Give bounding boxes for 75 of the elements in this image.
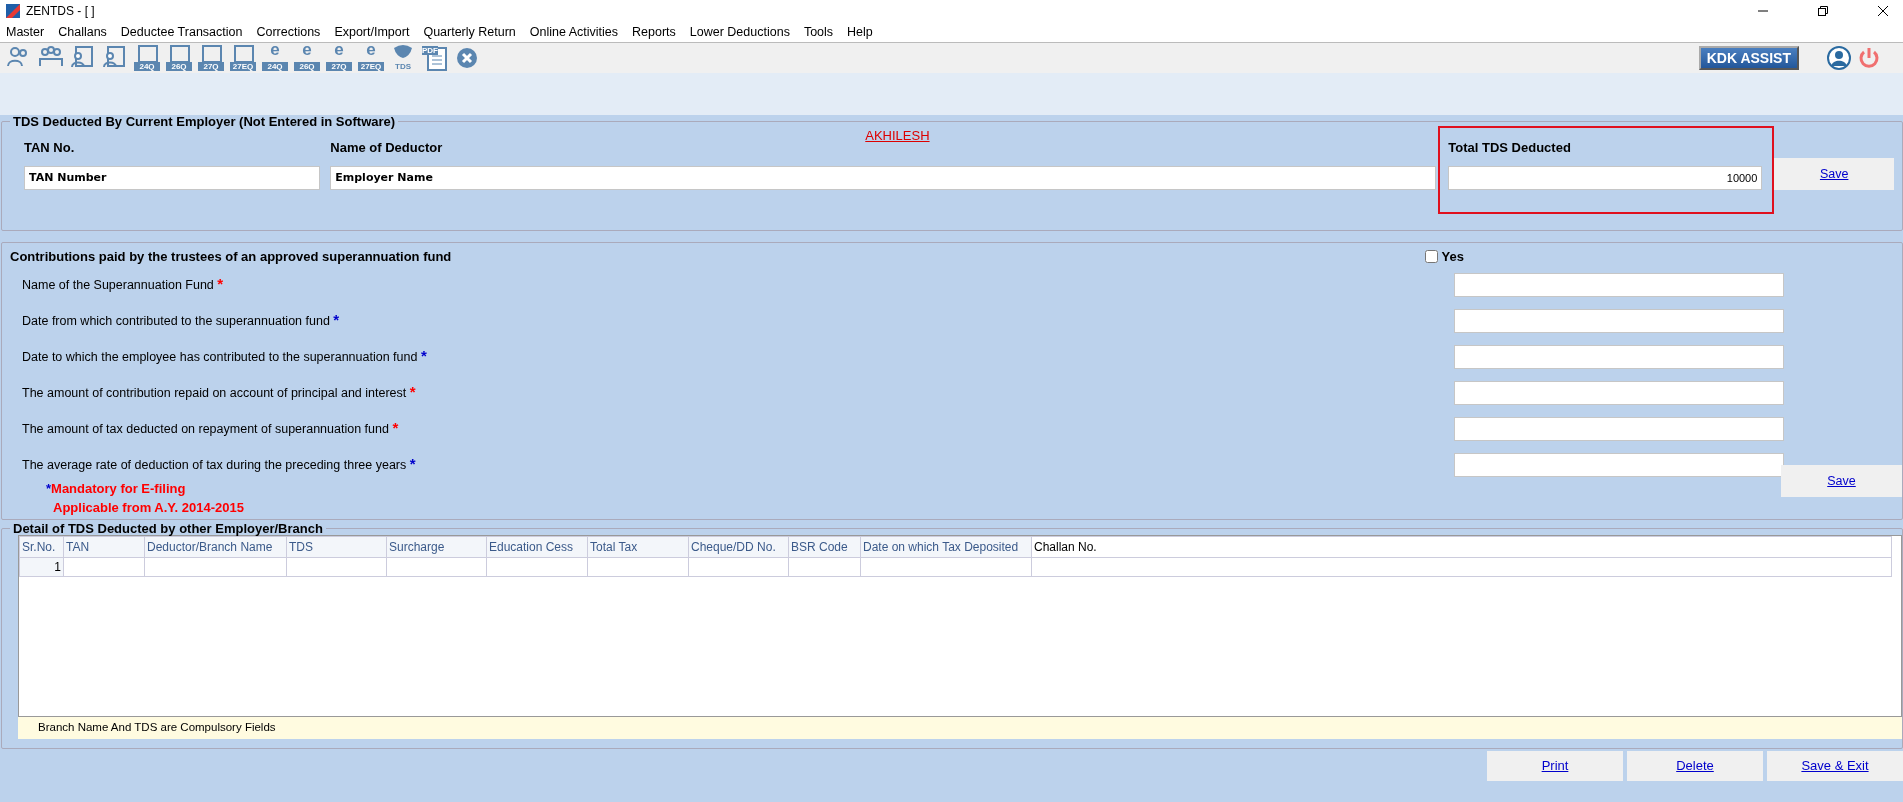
input-field[interactable]: [1454, 452, 1784, 477]
menu-item[interactable]: Challans: [58, 22, 107, 42]
column-header: TDS: [286, 536, 387, 558]
form-button[interactable]: 24Q: [134, 44, 160, 72]
menu-item[interactable]: Tools: [803, 22, 834, 42]
field-label: Name of the Superannuation Fund *: [22, 274, 224, 295]
close-icon[interactable]: [1877, 5, 1889, 17]
field-label: Date to which the employee has contributed to the superannuation fund *: [22, 346, 427, 367]
input-field[interactable]: [1454, 308, 1784, 333]
column-header: BSR Code: [788, 536, 861, 558]
form-button[interactable]: 27Q: [198, 44, 224, 72]
field-label: Name of Deductor: [330, 139, 444, 157]
input-field[interactable]: 10000: [1448, 165, 1763, 190]
e-file-button[interactable]: e 27Q: [326, 44, 352, 72]
field-label: Total TDS Deducted: [1448, 139, 1572, 157]
save-button[interactable]: Save: [1781, 465, 1902, 497]
field-label: TAN No.: [24, 139, 76, 157]
input-field[interactable]: Employer Name: [330, 165, 1437, 190]
section-title: TDS Deducted By Current Employer (Not Entered in Software): [12, 115, 397, 128]
power-icon[interactable]: [1857, 46, 1881, 70]
column-header: Sr.No.: [19, 536, 64, 558]
input-field[interactable]: [1454, 272, 1784, 297]
menu-item[interactable]: Master: [6, 22, 45, 42]
menu-item[interactable]: Corrections: [256, 22, 321, 42]
form-button[interactable]: 27EQ: [230, 44, 256, 72]
required-mark: *: [409, 455, 416, 473]
assist-button[interactable]: KDK ASSIST: [1698, 46, 1799, 70]
field-label: The amount of contribution repaid on account of principal and interest *: [22, 382, 416, 403]
required-mark: *: [409, 383, 416, 401]
column-header: Education Cess: [486, 536, 588, 558]
required-mark: *: [420, 347, 427, 365]
footer-note: Branch Name And TDS are Compulsory Fields: [18, 717, 1902, 739]
field-label: The average rate of deduction of tax during the preceding three years *: [22, 454, 416, 475]
menu-item[interactable]: Online Activities: [529, 22, 619, 42]
section-title: Detail of TDS Deducted by other Employer/Branch: [12, 522, 324, 535]
required-mark: *: [333, 311, 340, 329]
user-icon[interactable]: [1827, 46, 1851, 70]
checkbox-label: Yes: [1441, 248, 1464, 266]
section-title: Contributions paid by the trustees of an approved superannuation fund: [10, 248, 452, 266]
window-title: ZENTDS - [ ]: [26, 3, 95, 20]
e-file-button[interactable]: e 24Q: [262, 44, 288, 72]
input-field[interactable]: [1454, 380, 1784, 405]
e-file-button[interactable]: e 26Q: [294, 44, 320, 72]
column-header: TAN: [63, 536, 145, 558]
footer-button[interactable]: Save & Exit: [1767, 751, 1903, 781]
field-label: Date from which contributed to the superannuation fund *: [22, 310, 340, 331]
menu-item[interactable]: Reports: [632, 22, 676, 42]
column-header: Cheque/DD No.: [688, 536, 789, 558]
footer-button[interactable]: Print: [1487, 751, 1623, 781]
column-header: Surcharge: [386, 536, 487, 558]
applicable-note: Applicable from A.Y. 2014-2015: [52, 499, 244, 517]
required-mark: *: [392, 419, 399, 437]
input-field[interactable]: [1454, 416, 1784, 441]
column-header: Total Tax: [587, 536, 689, 558]
yes-checkbox[interactable]: [1424, 250, 1438, 264]
e-file-button[interactable]: e 27EQ: [358, 44, 384, 72]
input-field[interactable]: [1454, 344, 1784, 369]
restore-icon[interactable]: [1817, 5, 1829, 17]
app-logo-icon: [6, 4, 20, 18]
column-header: Date on which Tax Deposited: [860, 536, 1032, 558]
column-header: Deductor/Branch Name: [144, 536, 287, 558]
footer-button[interactable]: Delete: [1627, 751, 1763, 781]
required-mark: *: [217, 275, 224, 293]
form-button[interactable]: 26Q: [166, 44, 192, 72]
mandatory-note: Mandatory for E-filing: [51, 480, 186, 496]
menu-item[interactable]: Deductee Transaction: [120, 22, 243, 42]
column-header: Challan No.: [1031, 536, 1892, 558]
menu-item[interactable]: Lower Deductions: [689, 22, 790, 42]
field-label: The amount of tax deducted on repayment of superannuation fund *: [22, 418, 399, 439]
required-mark: *: [46, 480, 52, 496]
menu-item[interactable]: Quarterly Return: [423, 22, 516, 42]
menu-item[interactable]: Export/Import: [334, 22, 410, 42]
input-field[interactable]: TAN Number: [24, 165, 321, 190]
menu-item[interactable]: Help: [847, 22, 873, 42]
save-button[interactable]: Save: [1774, 158, 1894, 190]
